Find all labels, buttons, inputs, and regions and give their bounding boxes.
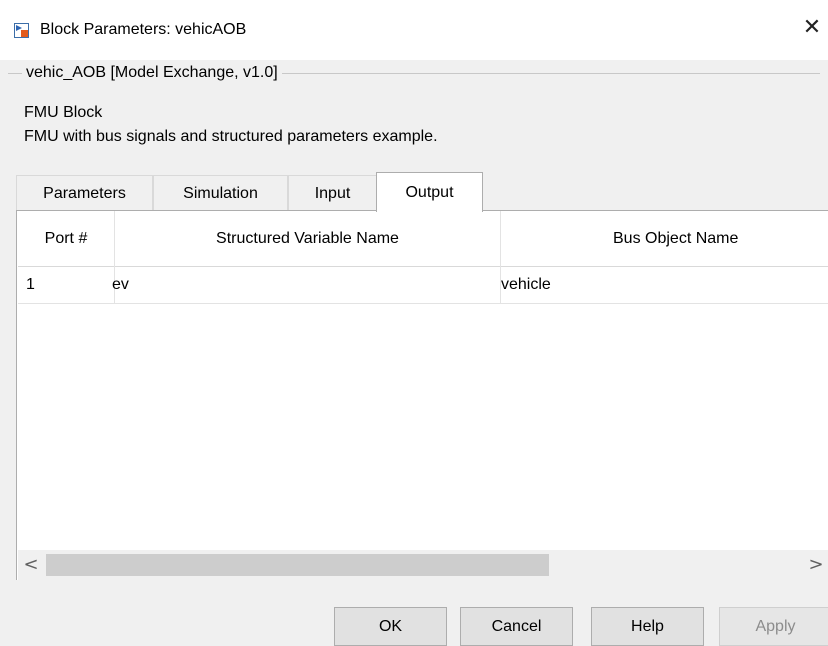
window-title: Block Parameters: vehicAOB — [40, 21, 247, 38]
table-row[interactable]: 1 ev vehicle — [18, 267, 828, 304]
column-header-variable-name[interactable]: Structured Variable Name — [115, 211, 500, 266]
column-header-bus-object[interactable]: Bus Object Name — [501, 211, 828, 266]
tab-output[interactable]: Output — [376, 172, 483, 212]
tab-parameters[interactable]: Parameters — [16, 175, 153, 211]
cancel-button[interactable]: Cancel — [460, 607, 573, 646]
output-panel: Port # Structured Variable Name Bus Obje… — [16, 210, 828, 580]
help-button[interactable]: Help — [591, 607, 704, 646]
title-bar: Block Parameters: vehicAOB ✕ — [0, 0, 828, 60]
scroll-thumb[interactable] — [46, 554, 549, 576]
group-title: vehic_AOB [Model Exchange, v1.0] — [22, 62, 282, 84]
column-header-port[interactable]: Port # — [18, 211, 114, 266]
scroll-left-icon[interactable]: < — [18, 550, 44, 580]
cell-bus-object: vehicle — [501, 276, 551, 293]
close-icon[interactable]: ✕ — [802, 16, 822, 40]
description-title: FMU Block — [24, 104, 103, 121]
scroll-right-icon[interactable]: > — [803, 550, 828, 580]
tab-simulation[interactable]: Simulation — [153, 175, 288, 211]
description-text: FMU with bus signals and structured para… — [24, 128, 438, 145]
cell-port: 1 — [26, 276, 35, 293]
ok-button[interactable]: OK — [334, 607, 447, 646]
apply-button[interactable]: Apply — [719, 607, 828, 646]
cell-variable-name: ev — [112, 276, 129, 293]
tab-input[interactable]: Input — [288, 175, 377, 211]
simulink-block-icon — [14, 23, 29, 38]
table-header: Port # Structured Variable Name Bus Obje… — [18, 211, 828, 267]
horizontal-scrollbar[interactable]: < > — [18, 550, 828, 580]
